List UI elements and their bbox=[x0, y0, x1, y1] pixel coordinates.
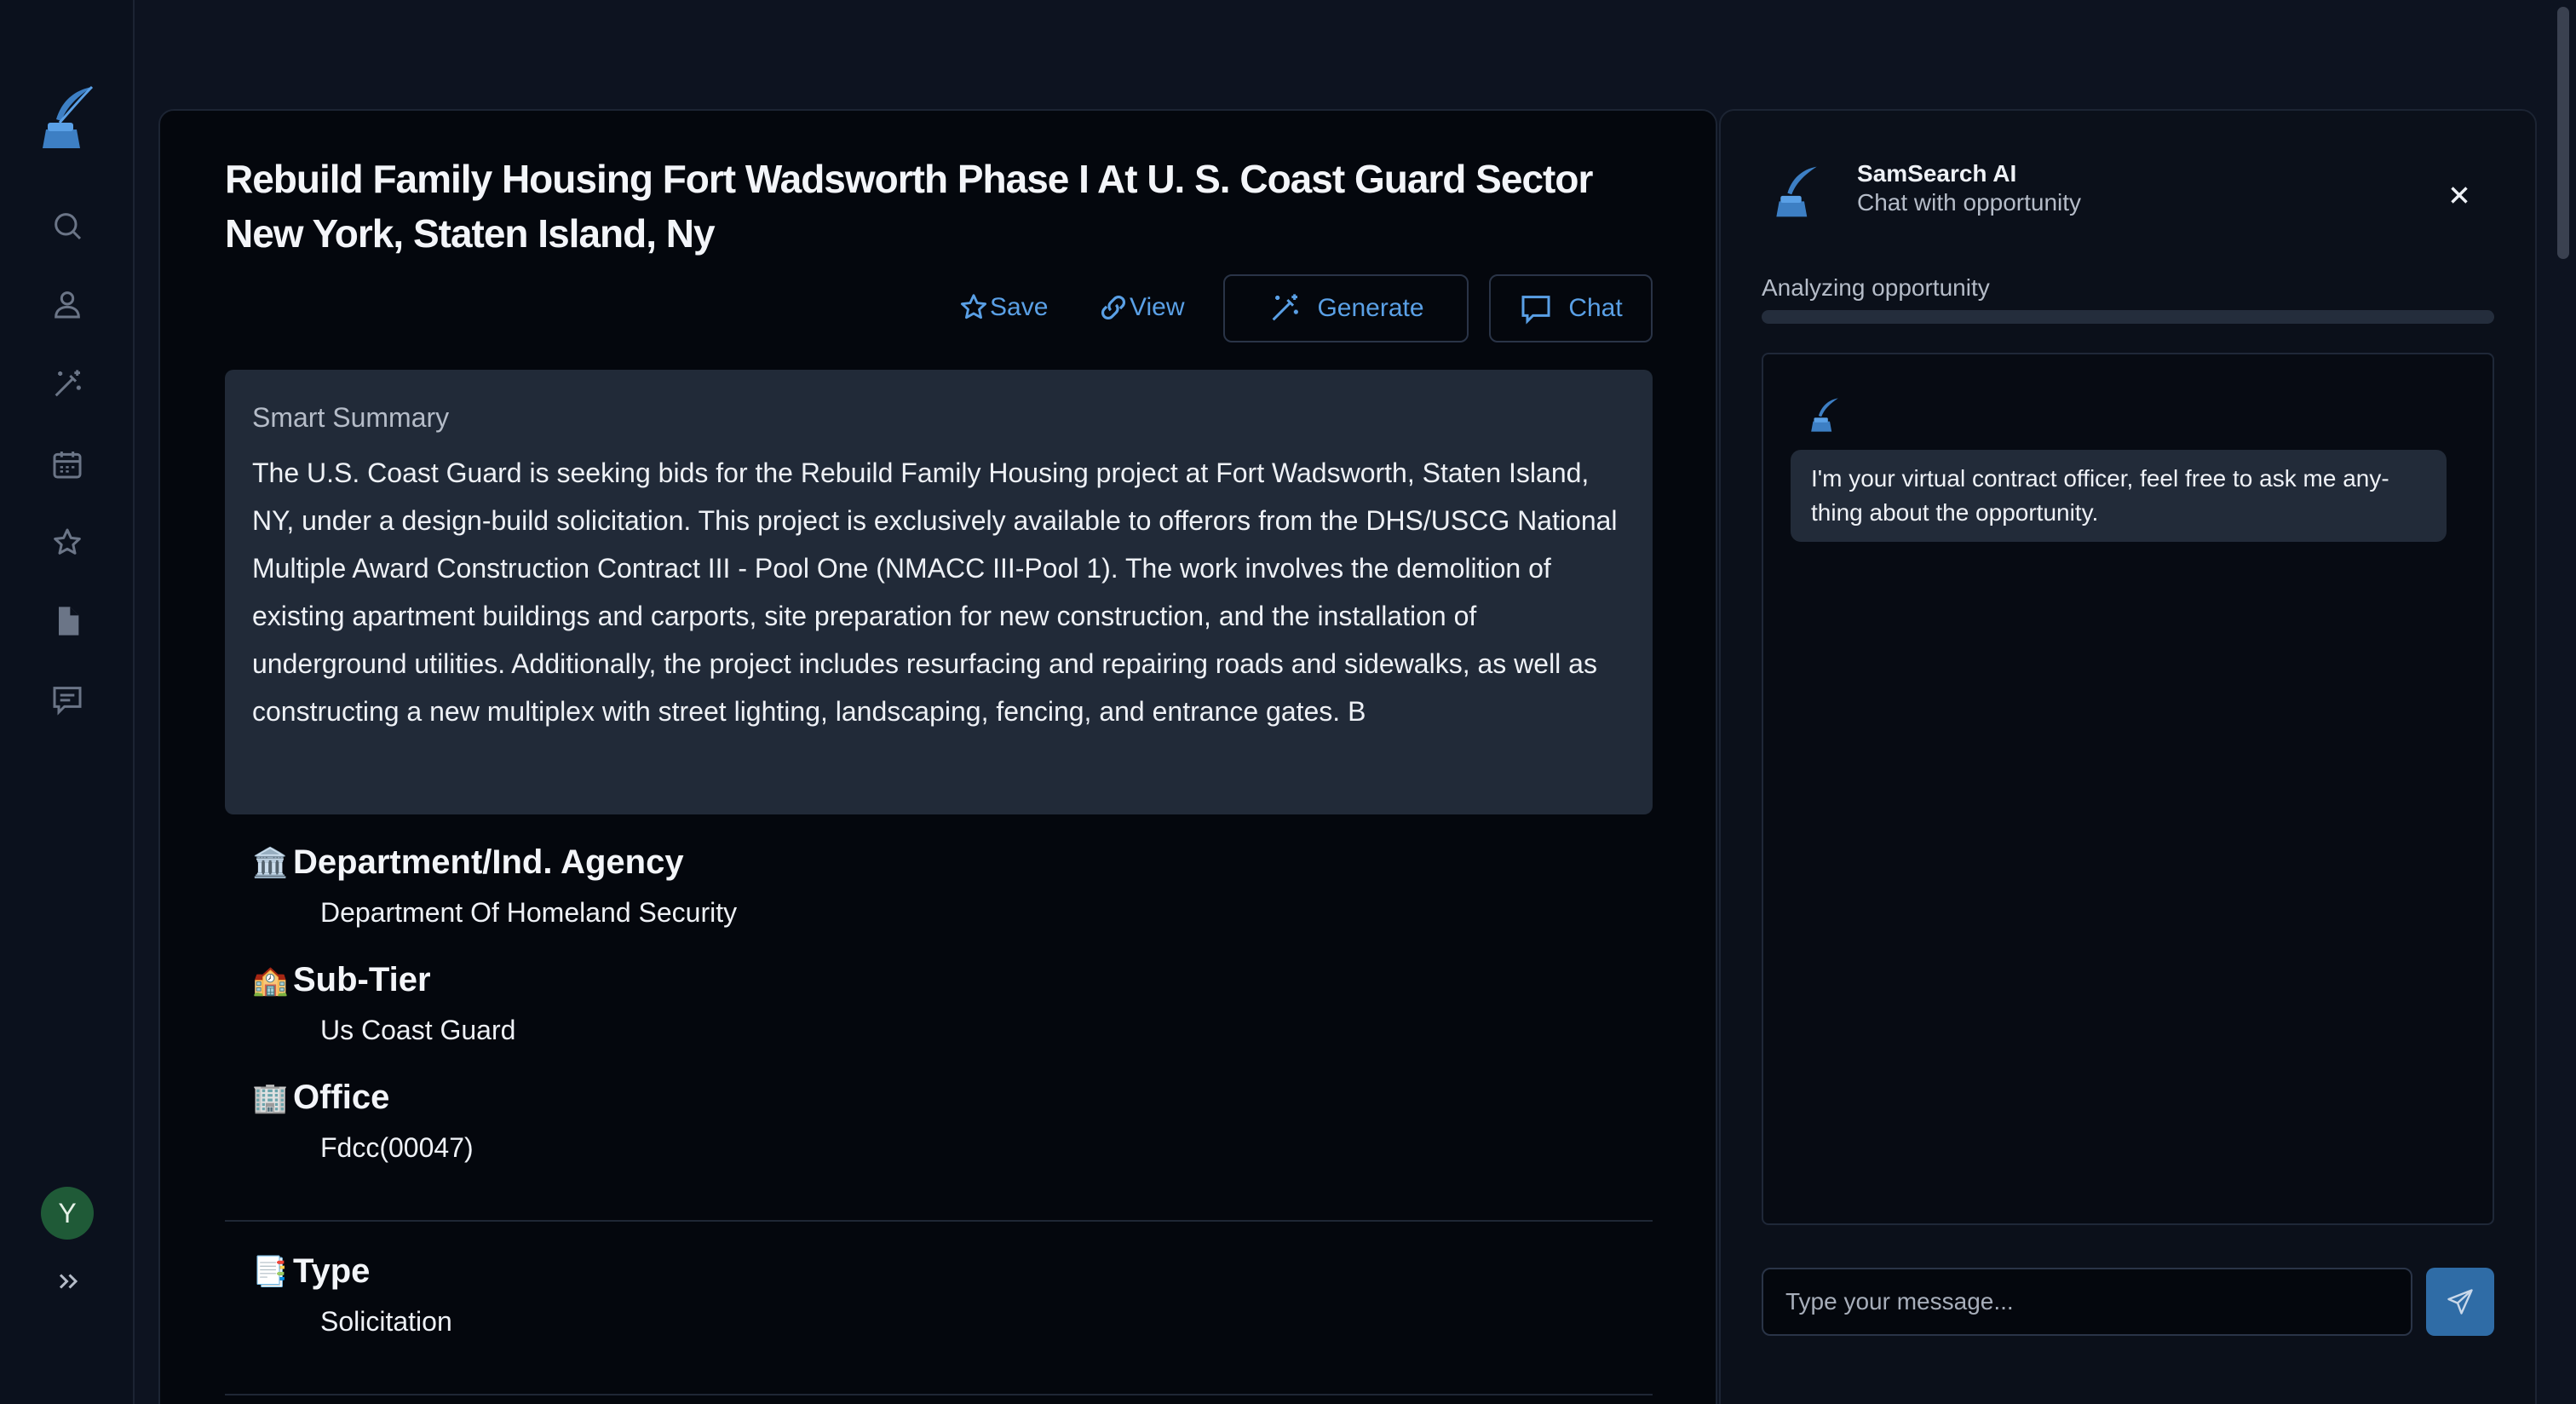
school-building-icon: 🏫 bbox=[252, 964, 289, 997]
page-scrollbar[interactable] bbox=[2557, 7, 2569, 259]
bank-building-icon: 🏛️ bbox=[252, 846, 289, 879]
detail-value: Fdcc(00047) bbox=[320, 1132, 474, 1163]
detail-label: Department/Ind. Agency bbox=[293, 843, 684, 881]
assistant-subtitle: Chat with opportunity bbox=[1857, 189, 2082, 216]
analyzing-status: Analyzing opportunity bbox=[1762, 274, 1990, 301]
detail-value: Us Coast Guard bbox=[320, 1015, 516, 1045]
divider bbox=[225, 1394, 1653, 1395]
sidebar: Y bbox=[0, 0, 135, 1404]
view-button[interactable]: View bbox=[1097, 291, 1184, 324]
message-input[interactable] bbox=[1762, 1268, 2412, 1336]
chat-button[interactable]: Chat bbox=[1489, 274, 1653, 342]
link-icon bbox=[1101, 296, 1125, 319]
message-icon[interactable] bbox=[48, 680, 87, 719]
chat-label: Chat bbox=[1568, 294, 1623, 322]
quill-inkwell-icon bbox=[1774, 165, 1820, 218]
office-building-icon: 🏢 bbox=[252, 1081, 289, 1114]
avatar[interactable]: Y bbox=[41, 1187, 94, 1240]
send-icon bbox=[2447, 1289, 2473, 1315]
detail-office: 🏢 Office Fdcc(00047) bbox=[252, 1079, 474, 1164]
detail-type: 📑 Type Solicitation bbox=[252, 1252, 452, 1338]
save-button[interactable]: Save bbox=[957, 291, 1048, 324]
chevrons-right-icon[interactable] bbox=[53, 1266, 83, 1297]
document-icon[interactable] bbox=[48, 601, 87, 641]
summary-title: Smart Summary bbox=[252, 402, 450, 433]
magic-wand-icon bbox=[1273, 294, 1299, 321]
detail-value: Solicitation bbox=[320, 1306, 452, 1337]
user-icon[interactable] bbox=[48, 285, 87, 324]
quill-inkwell-icon bbox=[1809, 397, 1840, 434]
generate-button[interactable]: Generate bbox=[1223, 274, 1469, 342]
search-icon[interactable] bbox=[48, 206, 87, 245]
detail-value: Department Of Homeland Security bbox=[320, 897, 738, 928]
divider bbox=[225, 1220, 1653, 1222]
detail-department: 🏛️ Department/Ind. Agency Department Of H… bbox=[252, 843, 737, 929]
opportunity-title: Rebuild Family Housing Fort Wadsworth Ph… bbox=[225, 157, 1593, 256]
assistant-message: I'm your virtual contract officer, feel … bbox=[1791, 450, 2447, 542]
save-label: Save bbox=[990, 293, 1049, 321]
magic-wand-icon[interactable] bbox=[48, 365, 87, 404]
detail-sub-tier: 🏫 Sub-Tier Us Coast Guard bbox=[252, 961, 515, 1046]
view-label: View bbox=[1130, 293, 1185, 321]
detail-label: Sub-Tier bbox=[293, 961, 431, 998]
calendar-icon[interactable] bbox=[48, 445, 87, 484]
detail-label: Type bbox=[293, 1252, 371, 1290]
avatar-initial: Y bbox=[58, 1197, 77, 1228]
bookmark-tabs-icon: 📑 bbox=[252, 1255, 289, 1288]
send-button[interactable] bbox=[2426, 1268, 2494, 1336]
star-icon[interactable] bbox=[48, 523, 87, 562]
close-icon[interactable] bbox=[2445, 181, 2474, 210]
star-outline-icon bbox=[960, 294, 987, 319]
smart-summary: Smart Summary The U.S. Coast Guard is se… bbox=[225, 370, 1653, 814]
summary-text: The U.S. Coast Guard is seeking bids for… bbox=[252, 457, 1618, 727]
quill-inkwell-icon[interactable] bbox=[39, 85, 95, 150]
detail-label: Office bbox=[293, 1079, 390, 1116]
analysis-progress-bar bbox=[1762, 310, 2494, 324]
assistant-name: SamSearch AI bbox=[1857, 160, 2017, 187]
generate-label: Generate bbox=[1317, 294, 1424, 322]
chat-bubble-icon bbox=[1521, 296, 1550, 325]
